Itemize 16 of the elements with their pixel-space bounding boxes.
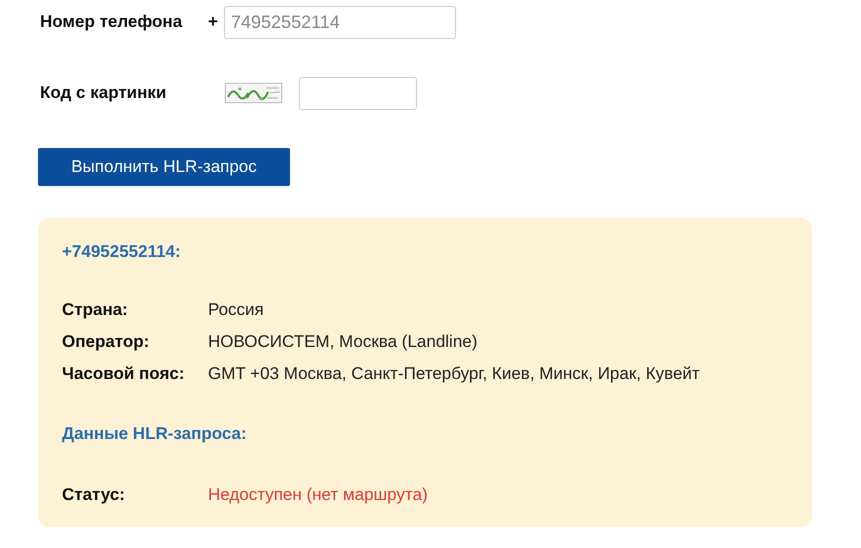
field-label: Номер телефона xyxy=(40,11,184,34)
phone-input[interactable]: 74952552114 xyxy=(224,6,456,38)
row-label: Часовой пояс: xyxy=(62,363,186,385)
row-value: GMT +03 Москва, Санкт-Петербург, Киев, Минск, Ирак, Кувейт xyxy=(208,363,700,385)
row-label: Страна: xyxy=(62,299,129,321)
row-label: Статус: xyxy=(62,484,126,506)
field-label: Код с картинки xyxy=(40,82,168,104)
section-heading: Данные HLR-запроса: xyxy=(62,423,248,445)
row-value: Россия xyxy=(208,299,264,321)
row-value: Недоступен (нет маршрута) xyxy=(208,484,428,506)
submit-button[interactable]: Выполнить HLR-запрос xyxy=(38,148,290,186)
captcha-input[interactable] xyxy=(299,76,417,110)
row-label: Оператор: xyxy=(62,331,150,353)
phone-prefix: + xyxy=(208,11,219,34)
result-title: +74952552114: xyxy=(62,241,182,263)
row-value: НОВОСИСТЕМ, Москва (Landline) xyxy=(208,331,478,353)
